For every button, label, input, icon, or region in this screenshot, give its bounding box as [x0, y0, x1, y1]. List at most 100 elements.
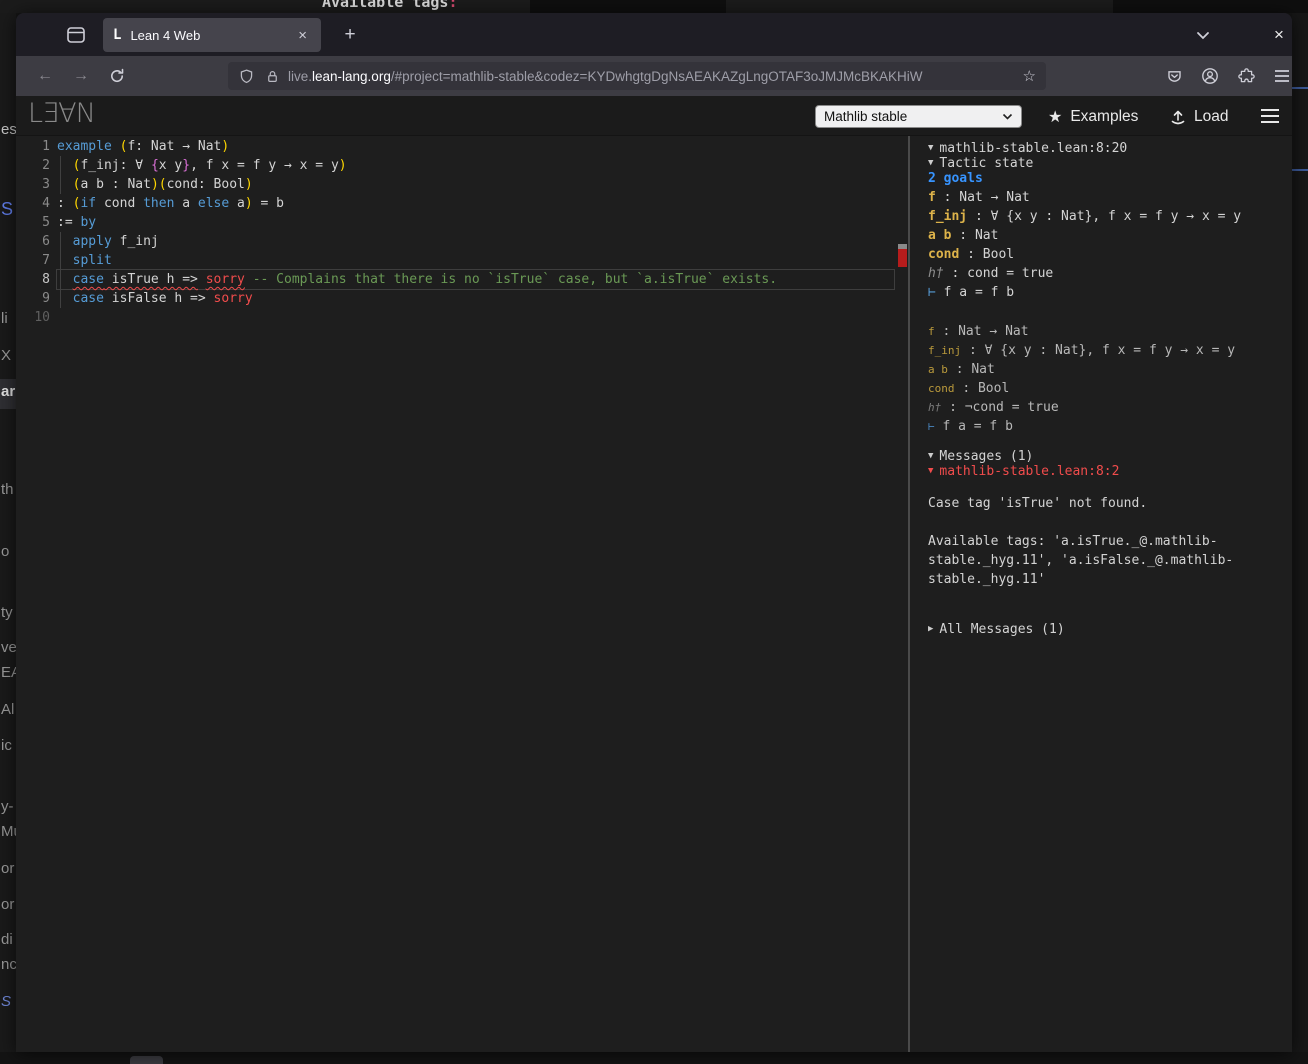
background-text-fragment: ar: [1, 383, 15, 400]
lean-favicon: L: [113, 27, 121, 43]
all-messages-header[interactable]: ▶ All Messages (1): [928, 620, 1065, 639]
select-chevron-icon: [1002, 113, 1013, 120]
background-blue-line: [1292, 169, 1308, 171]
project-select-dropdown[interactable]: Mathlib stable: [815, 105, 1022, 128]
code-line-4[interactable]: : (if cond then a else a) = b: [57, 194, 284, 213]
new-tab-button[interactable]: +: [336, 21, 364, 49]
extensions-puzzle-icon[interactable]: [1233, 63, 1259, 89]
account-icon[interactable]: [1197, 63, 1223, 89]
line-number: 10: [16, 308, 50, 327]
background-text-fragment: ty: [1, 604, 13, 621]
message-location-label: mathlib-stable.lean:8:2: [939, 462, 1119, 481]
hypothesis: f : Nat → Nat: [928, 188, 1030, 207]
background-window-left-edge: es S li X ar th o ty ve EA Al ic y- Mu o…: [0, 13, 16, 1064]
background-tray-box: [130, 1056, 163, 1064]
goal-target: ⊢ f a = f b: [928, 417, 1013, 436]
bookmark-star-icon[interactable]: ☆: [1023, 67, 1036, 85]
pocket-icon[interactable]: [1161, 63, 1187, 89]
star-icon: ★: [1048, 107, 1062, 127]
line-number: 9: [16, 289, 50, 308]
background-text-fragment: or: [1, 896, 14, 913]
line-number: 3: [16, 175, 50, 194]
firefox-view-button[interactable]: [64, 23, 88, 47]
browser-window: L Lean 4 Web × + × ← → live.lean-lang.or…: [16, 13, 1292, 1052]
code-editor[interactable]: 1 2 3 4 5 6 7 8 9 10 example (f: Nat → N…: [16, 136, 908, 1052]
background-text-fragment: ic: [1, 737, 12, 754]
message-location-header[interactable]: ▼ mathlib-stable.lean:8:2: [928, 462, 1119, 481]
line-number: 5: [16, 213, 50, 232]
background-blue-line: [1292, 87, 1308, 89]
tab-lean4web[interactable]: L Lean 4 Web ×: [103, 18, 321, 52]
code-line-7[interactable]: split: [57, 251, 112, 270]
background-text-fragment: y-: [1, 798, 14, 815]
url-bar[interactable]: live.lean-lang.org/#project=mathlib-stab…: [228, 62, 1046, 90]
background-dark-segment: [1113, 0, 1308, 13]
load-label: Load: [1194, 108, 1228, 126]
background-text-fragment: Al: [1, 701, 14, 718]
background-text-fragment: Mu: [1, 823, 16, 840]
line-number: 2: [16, 156, 50, 175]
back-button[interactable]: ←: [32, 63, 58, 89]
line-number: 6: [16, 232, 50, 251]
background-text-fragment: th: [1, 481, 14, 498]
url-text[interactable]: live.lean-lang.org/#project=mathlib-stab…: [288, 69, 1017, 84]
tab-close-icon[interactable]: ×: [294, 26, 311, 45]
browser-menu-hamburger-icon[interactable]: [1269, 63, 1292, 89]
background-text-fragment: di: [1, 931, 13, 948]
goals-count: 2 goals: [928, 169, 983, 188]
message-text: Available tags: 'a.isTrue._@.mathlib-sta…: [928, 532, 1280, 589]
background-text-fragment: nc: [1, 956, 16, 973]
background-window-top: Available tags:: [0, 0, 1308, 13]
code-line-2[interactable]: (f_inj: ∀ {x y}, f x = f y → x = y): [57, 156, 347, 175]
load-button[interactable]: Load: [1170, 104, 1228, 130]
all-messages-label: All Messages (1): [939, 620, 1064, 639]
lean-menu-hamburger-icon[interactable]: [1256, 102, 1284, 130]
hypothesis: f : Nat → Nat: [928, 322, 1029, 341]
background-text-fragment: o: [1, 543, 9, 560]
overview-ruler-error-mark: [898, 249, 907, 267]
background-bottom: [0, 1052, 1308, 1064]
hypothesis: a b : Nat: [928, 360, 995, 379]
hypothesis: h† : cond = true: [928, 264, 1053, 283]
code-line-6[interactable]: apply f_inj: [57, 232, 159, 251]
expand-triangle-icon: ▼: [928, 462, 933, 481]
code-line-1[interactable]: example (f: Nat → Nat): [57, 137, 229, 156]
goal-target: ⊢ f a = f b: [928, 283, 1014, 302]
lean-infoview: ▼ mathlib-stable.lean:8:20 ▼ Tactic stat…: [910, 136, 1292, 1052]
forward-button[interactable]: →: [68, 63, 94, 89]
background-text-fragment: es: [1, 121, 16, 138]
hypothesis: cond : Bool: [928, 245, 1014, 264]
hypothesis: f_inj : ∀ {x y : Nat}, f x = f y → x = y: [928, 341, 1235, 360]
code-line-3[interactable]: (a b : Nat)(cond: Bool): [57, 175, 253, 194]
window-close-button[interactable]: ×: [1266, 22, 1292, 48]
background-top-text: Available tags:: [322, 0, 457, 11]
lean-toolbar: L∃∀N Mathlib stable ★ Examples Load: [16, 96, 1292, 136]
line-number: 1: [16, 137, 50, 156]
examples-button[interactable]: ★ Examples: [1048, 104, 1138, 130]
tracking-shield-icon[interactable]: [238, 68, 255, 85]
upload-icon: [1170, 109, 1186, 126]
line-number: 7: [16, 251, 50, 270]
lean-logo: L∃∀N: [28, 98, 95, 129]
background-dark-segment: [530, 0, 726, 13]
list-tabs-chevron-icon[interactable]: [1191, 23, 1215, 47]
hypothesis: cond : Bool: [928, 379, 1009, 398]
navigation-bar: ← → live.lean-lang.org/#project=mathlib-…: [16, 56, 1292, 96]
code-line-5[interactable]: := by: [57, 213, 96, 232]
examples-label: Examples: [1070, 108, 1138, 126]
code-line-8[interactable]: case isTrue h => sorry -- Complains that…: [57, 270, 777, 289]
url-fade: [947, 69, 1017, 84]
hypothesis: h† : ¬cond = true: [928, 398, 1059, 417]
background-window-right-edge: [1292, 13, 1308, 1064]
hypothesis: a b : Nat: [928, 226, 998, 245]
background-text-fragment: S: [1, 993, 11, 1010]
background-text-fragment: X: [1, 347, 11, 364]
line-number: 4: [16, 194, 50, 213]
project-select-value: Mathlib stable: [824, 109, 1002, 124]
code-line-9[interactable]: case isFalse h => sorry: [57, 289, 253, 308]
reload-button[interactable]: [104, 63, 130, 89]
background-text-fragment: li: [1, 310, 8, 327]
lock-icon[interactable]: [265, 69, 280, 84]
collapse-triangle-icon: ▶: [928, 620, 933, 639]
background-text-fragment: or: [1, 860, 14, 877]
